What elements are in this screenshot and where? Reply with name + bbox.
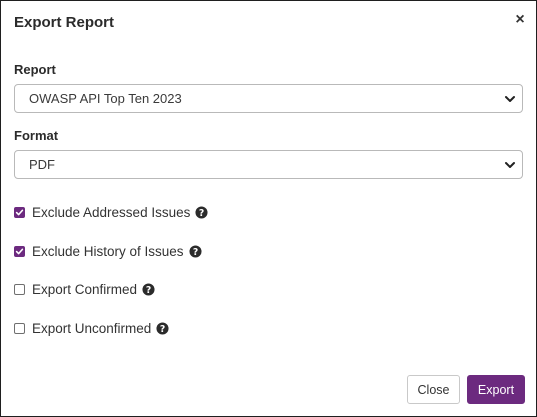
check-icon (15, 248, 24, 254)
export-button[interactable]: Export (467, 375, 525, 404)
question-circle-icon[interactable]: ? (142, 282, 155, 296)
dialog-title: Export Report (14, 14, 115, 31)
option-exclude-history: Exclude History of Issues ? (14, 242, 202, 260)
close-icon[interactable]: × (513, 12, 527, 28)
question-circle-icon[interactable]: ? (195, 205, 208, 219)
report-label: Report (14, 62, 56, 77)
option-label: Export Confirmed (32, 281, 138, 297)
question-circle-icon[interactable]: ? (189, 244, 202, 258)
format-label: Format (14, 128, 59, 143)
option-label: Exclude History of Issues (32, 243, 184, 259)
option-label: Exclude Addressed Issues (32, 204, 191, 220)
format-select-value: PDF (29, 157, 55, 172)
export-unconfirmed-checkbox[interactable] (14, 322, 25, 334)
svg-text:?: ? (192, 246, 197, 257)
export-confirmed-checkbox[interactable] (14, 283, 25, 295)
chevron-down-icon (505, 162, 515, 168)
report-select[interactable]: OWASP API Top Ten 2023 (14, 84, 523, 113)
option-export-confirmed: Export Confirmed ? (14, 280, 155, 298)
option-exclude-addressed: Exclude Addressed Issues ? (14, 203, 208, 221)
exclude-history-checkbox[interactable] (14, 245, 25, 257)
format-select[interactable]: PDF (14, 150, 523, 179)
exclude-addressed-checkbox[interactable] (14, 206, 25, 218)
svg-text:?: ? (146, 284, 151, 295)
question-circle-icon[interactable]: ? (156, 321, 169, 335)
export-report-dialog: Export Report × Report OWASP API Top Ten… (0, 0, 537, 417)
check-icon (15, 209, 24, 215)
svg-text:?: ? (199, 207, 204, 218)
close-button[interactable]: Close (407, 375, 460, 404)
option-label: Export Unconfirmed (32, 320, 152, 336)
chevron-down-icon (505, 96, 515, 102)
svg-text:?: ? (160, 323, 165, 334)
option-export-unconfirmed: Export Unconfirmed ? (14, 319, 169, 337)
report-select-value: OWASP API Top Ten 2023 (29, 91, 182, 106)
